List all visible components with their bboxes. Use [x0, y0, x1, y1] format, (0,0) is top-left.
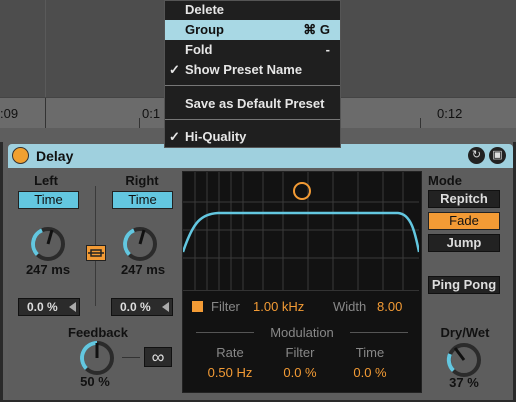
- mode-fade-button[interactable]: Fade: [428, 212, 500, 230]
- width-label: Width: [333, 299, 367, 314]
- drywet-knob[interactable]: [444, 340, 484, 380]
- left-label: Left: [34, 173, 58, 188]
- mod-filter-label: Filter: [285, 345, 315, 360]
- left-time-button[interactable]: Time: [18, 191, 79, 209]
- drywet-value: 37 %: [449, 375, 479, 390]
- menu-separator: [165, 119, 340, 120]
- mode-label: Mode: [428, 173, 462, 188]
- drywet-label: Dry/Wet: [440, 325, 490, 340]
- modulation-label: Modulation: [270, 325, 334, 340]
- ruler-label: 0:1: [142, 106, 161, 121]
- device-activator-button[interactable]: [12, 147, 29, 164]
- menu-item-hi-quality[interactable]: ✓ Hi-Quality: [165, 127, 340, 147]
- menu-item-save-default-preset[interactable]: Save as Default Preset: [165, 94, 340, 114]
- right-delay-knob[interactable]: [120, 224, 160, 264]
- left-delay-knob[interactable]: [28, 224, 68, 264]
- mod-time-label: Time: [355, 345, 385, 360]
- save-preset-icon[interactable]: ▣: [489, 147, 506, 164]
- menu-separator: [165, 85, 340, 86]
- filter-graph[interactable]: [183, 172, 419, 290]
- filter-toggle[interactable]: [192, 301, 203, 312]
- feedback-value: 50 %: [80, 374, 110, 389]
- mod-filter-value[interactable]: 0.0 %: [270, 365, 330, 380]
- filter-freq-value[interactable]: 1.00 kHz: [253, 299, 304, 314]
- right-offset-field[interactable]: 0.0 %: [111, 298, 173, 316]
- mod-rate-label: Rate: [216, 345, 244, 360]
- mod-divider-right: [350, 332, 408, 333]
- ruler-label: 0:12: [437, 106, 463, 121]
- menu-item-group[interactable]: Group ⌘ G: [165, 20, 340, 40]
- infinity-icon[interactable]: ∞: [144, 347, 172, 367]
- right-delay-value: 247 ms: [120, 262, 166, 277]
- menu-item-delete[interactable]: Delete: [165, 0, 340, 20]
- width-value[interactable]: 8.00: [377, 299, 402, 314]
- mod-divider-left: [196, 332, 254, 333]
- link-channels-button[interactable]: [86, 245, 106, 261]
- menu-item-fold[interactable]: Fold -: [165, 40, 340, 60]
- ruler-label: :09: [0, 106, 19, 121]
- right-label: Right: [125, 173, 159, 188]
- display-divider: [183, 290, 419, 291]
- filter-label: Filter: [211, 299, 240, 314]
- freeze-link-line: [122, 357, 140, 358]
- menu-item-show-preset-name[interactable]: ✓ Show Preset Name: [165, 60, 340, 80]
- right-time-button[interactable]: Time: [112, 191, 173, 209]
- left-delay-value: 247 ms: [25, 262, 71, 277]
- ping-pong-button[interactable]: Ping Pong: [428, 276, 500, 294]
- mode-jump-button[interactable]: Jump: [428, 234, 500, 252]
- hot-swap-icon[interactable]: ↻: [468, 147, 485, 164]
- mode-repitch-button[interactable]: Repitch: [428, 190, 500, 208]
- left-offset-field[interactable]: 0.0 %: [18, 298, 80, 316]
- feedback-knob[interactable]: [77, 338, 117, 378]
- device-title: Delay: [36, 148, 74, 164]
- mod-rate-value[interactable]: 0.50 Hz: [196, 365, 264, 380]
- mod-time-value[interactable]: 0.0 %: [340, 365, 400, 380]
